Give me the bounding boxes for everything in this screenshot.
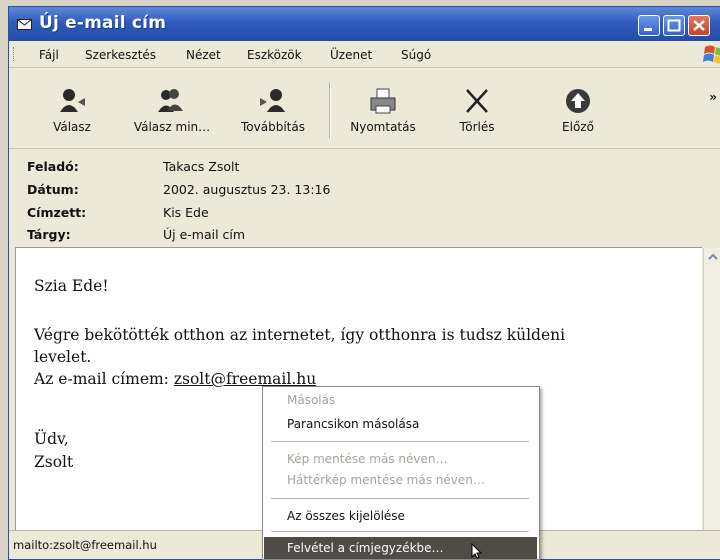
- minimize-button[interactable]: [638, 15, 660, 36]
- menu-add-to-address-book[interactable]: Felvétel a címjegyzékbe…: [264, 537, 537, 559]
- context-menu-separator: [271, 531, 529, 532]
- mouse-pointer-icon: [471, 543, 483, 559]
- toolbar: Válasz Válasz min… Továbbítás Nyomtatás: [9, 68, 720, 149]
- status-text: mailto:zsolt@freemail.hu: [13, 538, 157, 552]
- forward-button[interactable]: Továbbítás: [233, 86, 313, 134]
- maximize-icon: [667, 19, 681, 32]
- delete-x-icon: [466, 89, 488, 113]
- forward-icon: [260, 89, 285, 112]
- window-title: Új e-mail cím: [39, 13, 167, 33]
- reply-icon: [60, 89, 85, 112]
- close-button[interactable]: [688, 15, 710, 36]
- date-value: 2002. augusztus 23. 13:16: [163, 182, 331, 197]
- reply-all-label: Válasz min…: [133, 120, 211, 134]
- menu-message[interactable]: Üzenet: [330, 48, 372, 62]
- forward-label: Továbbítás: [241, 120, 305, 134]
- context-menu: Másolás Parancsikon másolása Kép mentése…: [262, 386, 540, 560]
- message-header: Feladó: Takacs Zsolt Dátum: 2002. augusz…: [9, 149, 720, 247]
- envelope-icon: [17, 19, 32, 30]
- from-value: Takacs Zsolt: [163, 159, 240, 174]
- menu-select-all[interactable]: Az összes kijelölése: [287, 509, 405, 523]
- menu-grip[interactable]: [13, 47, 17, 61]
- toolbar-separator: [329, 82, 331, 138]
- closing-text: Üdv,: [34, 430, 69, 448]
- body-line-1: Végre bekötötték otthon az internetet, í…: [34, 326, 566, 344]
- previous-arrow-icon: [566, 89, 590, 113]
- menu-copy[interactable]: Másolás: [287, 393, 335, 407]
- close-icon: [693, 20, 705, 31]
- menu-copy-shortcut[interactable]: Parancsikon másolása: [287, 417, 419, 431]
- vertical-scrollbar[interactable]: [703, 248, 720, 530]
- minimize-icon: [644, 28, 652, 31]
- delete-button[interactable]: Törlés: [449, 86, 505, 134]
- reply-all-icon: [158, 89, 183, 112]
- printer-icon: [370, 88, 396, 114]
- menu-file[interactable]: Fájl: [39, 48, 59, 62]
- context-menu-separator: [271, 498, 529, 499]
- subject-label: Tárgy:: [27, 227, 71, 242]
- date-label: Dátum:: [27, 182, 79, 197]
- previous-button[interactable]: Előző: [550, 86, 606, 134]
- menu-help[interactable]: Súgó: [401, 48, 431, 62]
- reply-label: Válasz: [53, 120, 91, 134]
- menu-save-background-as[interactable]: Háttérkép mentése más néven…: [287, 473, 485, 487]
- title-bar[interactable]: Új e-mail cím: [9, 7, 720, 41]
- menu-bar: Fájl Szerkesztés Nézet Eszközök Üzenet S…: [9, 41, 720, 68]
- maximize-button[interactable]: [663, 15, 685, 36]
- reply-all-button[interactable]: Válasz min…: [127, 86, 217, 134]
- context-menu-separator: [271, 441, 529, 442]
- menu-edit[interactable]: Szerkesztés: [85, 48, 156, 62]
- windows-logo-icon: [703, 45, 720, 64]
- delete-label: Törlés: [459, 120, 495, 134]
- from-label: Feladó:: [27, 159, 79, 174]
- menu-view[interactable]: Nézet: [186, 48, 221, 62]
- menu-save-picture-as[interactable]: Kép mentése más néven…: [287, 452, 448, 466]
- print-label: Nyomtatás: [350, 120, 416, 134]
- print-button[interactable]: Nyomtatás: [343, 86, 423, 134]
- toolbar-overflow-chevron[interactable]: »: [709, 90, 717, 104]
- greeting-text: Szia Ede!: [34, 277, 109, 295]
- subject-value: Új e-mail cím: [163, 227, 246, 242]
- menu-add-to-address-book-label: Felvétel a címjegyzékbe…: [287, 541, 444, 555]
- menu-tools[interactable]: Eszközök: [247, 48, 302, 62]
- email-prefix-text: Az e-mail címem:: [34, 370, 174, 388]
- body-line-2: levelet.: [34, 348, 92, 366]
- previous-label: Előző: [562, 120, 594, 134]
- reply-button[interactable]: Válasz: [47, 86, 97, 134]
- scroll-up-arrow-icon[interactable]: [704, 248, 720, 266]
- signature-text: Zsolt: [34, 453, 74, 471]
- to-label: Címzett:: [27, 205, 87, 220]
- to-value: Kis Ede: [163, 205, 209, 220]
